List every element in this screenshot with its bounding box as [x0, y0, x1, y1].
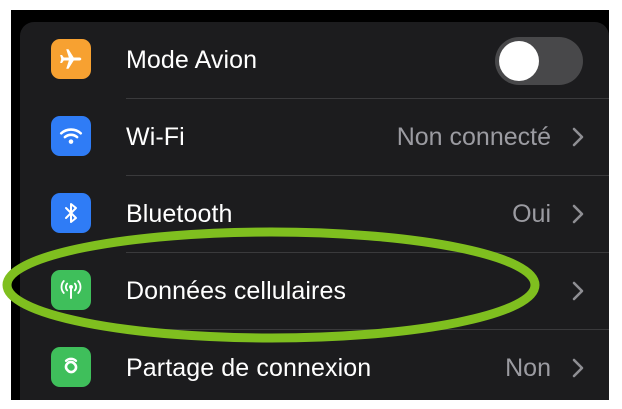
chevron-right-icon — [572, 127, 584, 147]
hotspot-link-icon — [51, 347, 91, 387]
chevron-right-icon — [572, 204, 584, 224]
settings-row-personal-hotspot[interactable]: Partage de connexion Non — [20, 330, 609, 400]
settings-group: Mode Avion Wi-Fi Non connecté Bluetooth — [20, 22, 609, 400]
settings-row-wifi[interactable]: Wi-Fi Non connecté — [20, 99, 609, 175]
settings-row-bluetooth[interactable]: Bluetooth Oui — [20, 176, 609, 252]
personal-hotspot-value: Non — [505, 353, 551, 382]
airplane-mode-toggle[interactable] — [495, 37, 583, 85]
wifi-value: Non connecté — [396, 122, 551, 151]
chevron-right-icon — [572, 281, 584, 301]
settings-row-cellular-data[interactable]: Données cellulaires — [20, 253, 609, 329]
cellular-antenna-icon — [51, 270, 91, 310]
airplane-icon — [51, 39, 91, 79]
toggle-knob — [499, 41, 539, 81]
bluetooth-icon — [51, 193, 91, 233]
chevron-right-icon — [572, 358, 584, 378]
bluetooth-value: Oui — [512, 199, 551, 228]
wifi-icon — [51, 116, 91, 156]
settings-row-airplane-mode[interactable]: Mode Avion — [20, 22, 609, 98]
wifi-label: Wi-Fi — [126, 122, 185, 151]
bluetooth-label: Bluetooth — [126, 199, 233, 228]
cellular-data-label: Données cellulaires — [126, 276, 347, 305]
personal-hotspot-label: Partage de connexion — [126, 353, 372, 382]
airplane-mode-label: Mode Avion — [126, 45, 258, 74]
